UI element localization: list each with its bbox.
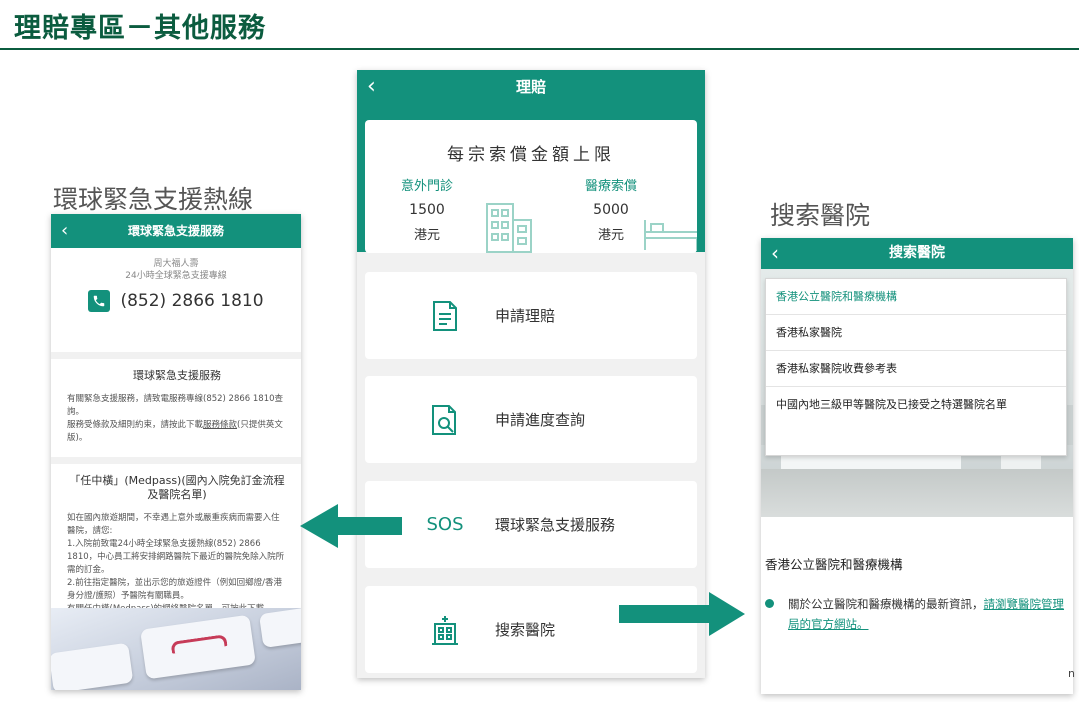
section-heading: 香港公立醫院和醫療機構	[765, 557, 903, 572]
medpass-card: 「任中橫」(Medpass)(國內入院免訂金流程及醫院名單) 如在國內旅遊期間，…	[51, 464, 301, 632]
menu-search-hospital-label: 搜索醫院	[495, 621, 556, 639]
hotline-provider: 周大福人壽	[153, 259, 199, 269]
medpass-title: 「任中橫」(Medpass)(國內入院免訂金流程及醫院名單)	[69, 474, 285, 501]
dropdown-option[interactable]: 中國內地三級甲等醫院及已接受之特選醫院名單	[766, 387, 1066, 423]
arrow-left-icon	[300, 504, 402, 548]
chevron-left-icon[interactable]: ‹	[61, 214, 68, 248]
hotline-description: 24小時全球緊急支援專線	[125, 271, 227, 281]
support-info-line-a: 有關緊急支援服務，請致電服務專線(852) 2866 1810查詢。	[67, 394, 284, 417]
chevron-left-icon[interactable]: ‹	[771, 238, 779, 269]
accident-outpatient-amount: 1500	[409, 202, 445, 218]
bullet-dot-icon	[765, 599, 774, 608]
menu-claim-status-label: 申請進度查詢	[495, 411, 586, 429]
claim-limit-title: 每宗索償金額上限	[447, 145, 615, 165]
support-info-line-b: 服務受條款及細則約束，請按此下載服務條款(只提供英文版)。	[67, 420, 283, 443]
menu-claim-status[interactable]: 申請進度查詢	[365, 376, 697, 463]
hotline-card: 周大福人壽 24小時全球緊急支援專線 (852) 2866 1810	[51, 248, 301, 352]
hospital-header-title: 搜索醫院	[889, 245, 945, 261]
accident-outpatient-currency: 港元	[413, 228, 440, 243]
medical-claim-label: 醫療索償	[584, 179, 637, 194]
emergency-support-screen: ‹ 環球緊急支援服務 周大福人壽 24小時全球緊急支援專線 (852) 2866…	[51, 214, 301, 690]
claims-header-bar: ‹ 理賠	[357, 70, 705, 104]
medpass-paragraph-3: 2.前往指定醫院，並出示您的旅遊證件（例如回鄉證/香港身分證/護照）予醫院有關職…	[67, 578, 282, 601]
medpass-text: 如在國內旅遊期間，不幸遇上意外或嚴重疾病而需要入住醫院，請您: 1.入院前致電2…	[67, 512, 287, 616]
medpass-paragraph-2: 1.入院前致電24小時全球緊急支援熱線(852) 2866 1810，中心員工將…	[67, 539, 285, 575]
support-info-text: 有關緊急支援服務，請致電服務專線(852) 2866 1810查詢。 服務受條款…	[67, 393, 287, 445]
phone-icon[interactable]	[88, 290, 111, 312]
bed-icon	[644, 220, 697, 250]
support-info-title: 環球緊急支援服務	[133, 369, 221, 382]
emergency-header-title: 環球緊急支援服務	[127, 224, 224, 238]
menu-global-emergency-label: 環球緊急支援服務	[495, 516, 616, 534]
title-divider	[0, 48, 1079, 50]
accident-outpatient-limit: 意外門診 1500 港元	[377, 175, 477, 243]
dropdown-option[interactable]: 香港私家醫院	[766, 315, 1066, 351]
hotline-call-row[interactable]: (852) 2866 1810	[51, 290, 301, 312]
support-info-card: 環球緊急支援服務 有關緊急支援服務，請致電服務專線(852) 2866 1810…	[51, 359, 301, 457]
telephone-keypad-photo	[51, 605, 301, 690]
document-search-icon	[415, 404, 475, 436]
caption-hospital-search: 搜索醫院	[770, 201, 871, 230]
arrow-right-icon	[619, 592, 745, 636]
hospital-search-screen: ‹ 搜索醫院 香港公立醫院和醫療機構 香港私家醫院 香港私家醫院收費參考表 中國…	[761, 238, 1073, 694]
hospital-category-dropdown[interactable]: 香港公立醫院和醫療機構 香港私家醫院 香港私家醫院收費參考表 中國內地三級甲等醫…	[765, 278, 1067, 456]
document-icon	[415, 300, 475, 332]
medpass-paragraph-1: 如在國內旅遊期間，不幸遇上意外或嚴重疾病而需要入住醫院，請您:	[67, 513, 280, 536]
hospital-header-bar: ‹ 搜索醫院	[761, 238, 1073, 269]
menu-global-emergency[interactable]: SOS 環球緊急支援服務	[365, 481, 697, 568]
slide-title: 理賠專區－其他服務	[14, 13, 266, 44]
claim-limit-card: 每宗索償金額上限 意外門診 1500 港元 醫療索償 5000 港元	[365, 120, 697, 253]
menu-apply-claim-label: 申請理賠	[495, 307, 556, 325]
dropdown-option[interactable]: 香港私家醫院收費參考表	[766, 351, 1066, 387]
hospital-icon	[415, 614, 475, 646]
chevron-left-icon[interactable]: ‹	[367, 70, 376, 104]
building-icon	[486, 203, 532, 253]
caption-emergency-hotline: 環球緊急支援熱線	[53, 185, 254, 214]
claims-screen: ‹ 理賠 每宗索償金額上限 意外門診 1500 港元 醫療索償 5000 港元	[357, 70, 705, 678]
bullet-text: 關於公立醫院和醫療機構的最新資訊，	[788, 597, 984, 611]
emergency-header-bar: ‹ 環球緊急支援服務	[51, 214, 301, 248]
menu-apply-claim[interactable]: 申請理賠	[365, 272, 697, 359]
sos-icon: SOS	[426, 514, 464, 535]
info-bullet: 關於公立醫院和醫療機構的最新資訊，請瀏覽醫院管理局的官方網站。	[765, 594, 1069, 634]
accident-outpatient-label: 意外門診	[400, 179, 453, 194]
hotline-number[interactable]: (852) 2866 1810	[120, 291, 263, 311]
stray-character: n	[1068, 667, 1075, 680]
terms-link[interactable]: 服務條款	[203, 420, 237, 430]
claims-header-title: 理賠	[515, 78, 546, 96]
dropdown-option[interactable]: 香港公立醫院和醫療機構	[766, 279, 1066, 315]
